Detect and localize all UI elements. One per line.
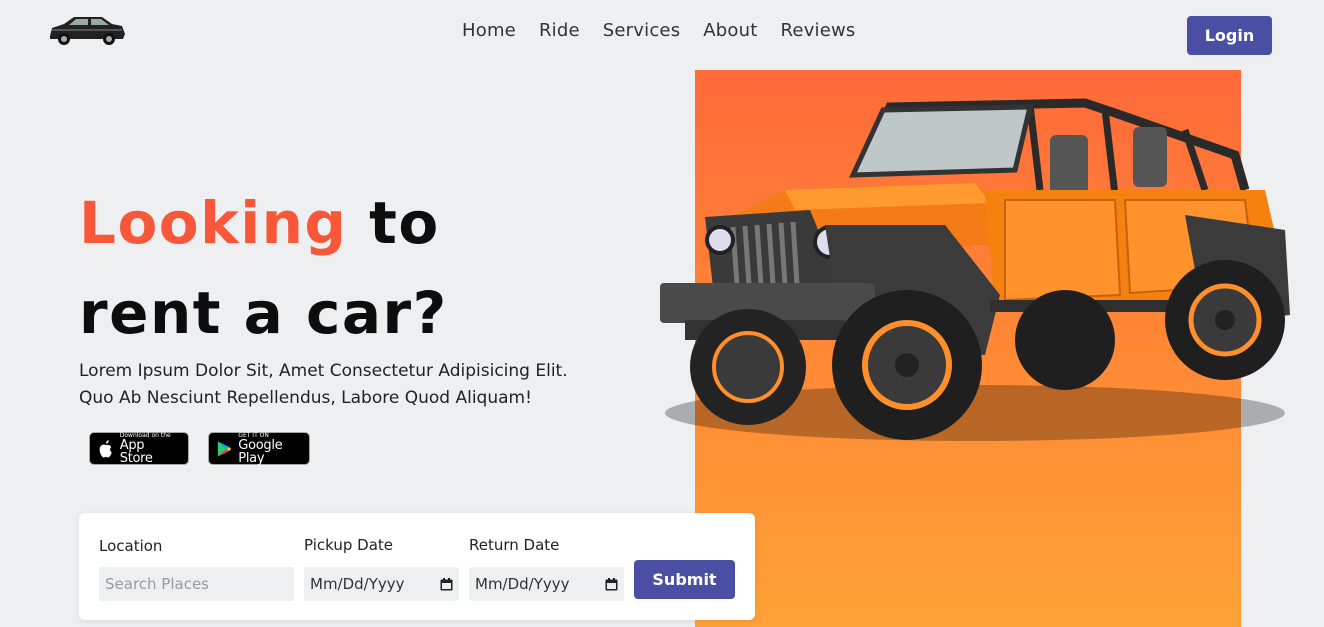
hero-title-accent: Looking [79, 189, 348, 257]
submit-button[interactable]: Submit [634, 560, 735, 599]
nav-ride[interactable]: Ride [539, 20, 580, 41]
jeep-image [660, 98, 1290, 441]
nav-reviews[interactable]: Reviews [781, 20, 856, 41]
calendar-icon[interactable] [605, 577, 618, 591]
google-play-badge[interactable]: GET IT ON Google Play [208, 432, 310, 465]
apple-icon [99, 439, 112, 457]
location-label: Location [99, 537, 163, 555]
hero-title-line2: rent a car? [79, 279, 448, 347]
nav-services[interactable]: Services [603, 20, 681, 41]
location-input[interactable]: Search Places [99, 567, 294, 601]
logo[interactable] [46, 8, 128, 48]
pickup-date-label: Pickup Date [304, 536, 394, 554]
pickup-date-value: Mm/Dd/Yyyy [310, 575, 405, 593]
hero-title-line1-rest: to [347, 189, 440, 257]
hero-description: Lorem Ipsum Dolor Sit, Amet Consectetur … [79, 358, 639, 412]
google-play-icon [217, 440, 232, 457]
app-store-text: Download on the App Store [119, 432, 180, 466]
app-store-big-text: App Store [119, 437, 153, 466]
hero-description-line1: Lorem Ipsum Dolor Sit, Amet Consectetur … [79, 361, 568, 381]
google-play-text: GET IT ON Google Play [238, 432, 301, 466]
return-date-value: Mm/Dd/Yyyy [475, 575, 570, 593]
app-store-badge[interactable]: Download on the App Store [89, 432, 189, 465]
return-date-label: Return Date [469, 536, 560, 554]
front-wheel [690, 309, 806, 425]
login-button[interactable]: Login [1187, 16, 1272, 55]
hero-title: Looking to rent a car? [79, 178, 448, 358]
hero-description-line2: Quo Ab Nesciunt Repellendus, Labore Quod… [79, 388, 532, 408]
google-play-big-text: Google Play [238, 437, 283, 466]
sedan-car-icon [50, 17, 125, 45]
nav-about[interactable]: About [703, 20, 757, 41]
nav-home[interactable]: Home [462, 20, 516, 41]
calendar-icon[interactable] [440, 577, 453, 591]
pickup-date-input[interactable]: Mm/Dd/Yyyy [304, 567, 459, 601]
main-nav: Home Ride Services About Reviews [462, 20, 856, 41]
return-date-input[interactable]: Mm/Dd/Yyyy [469, 567, 624, 601]
booking-form: Location Search Places Pickup Date Mm/Dd… [79, 513, 755, 620]
